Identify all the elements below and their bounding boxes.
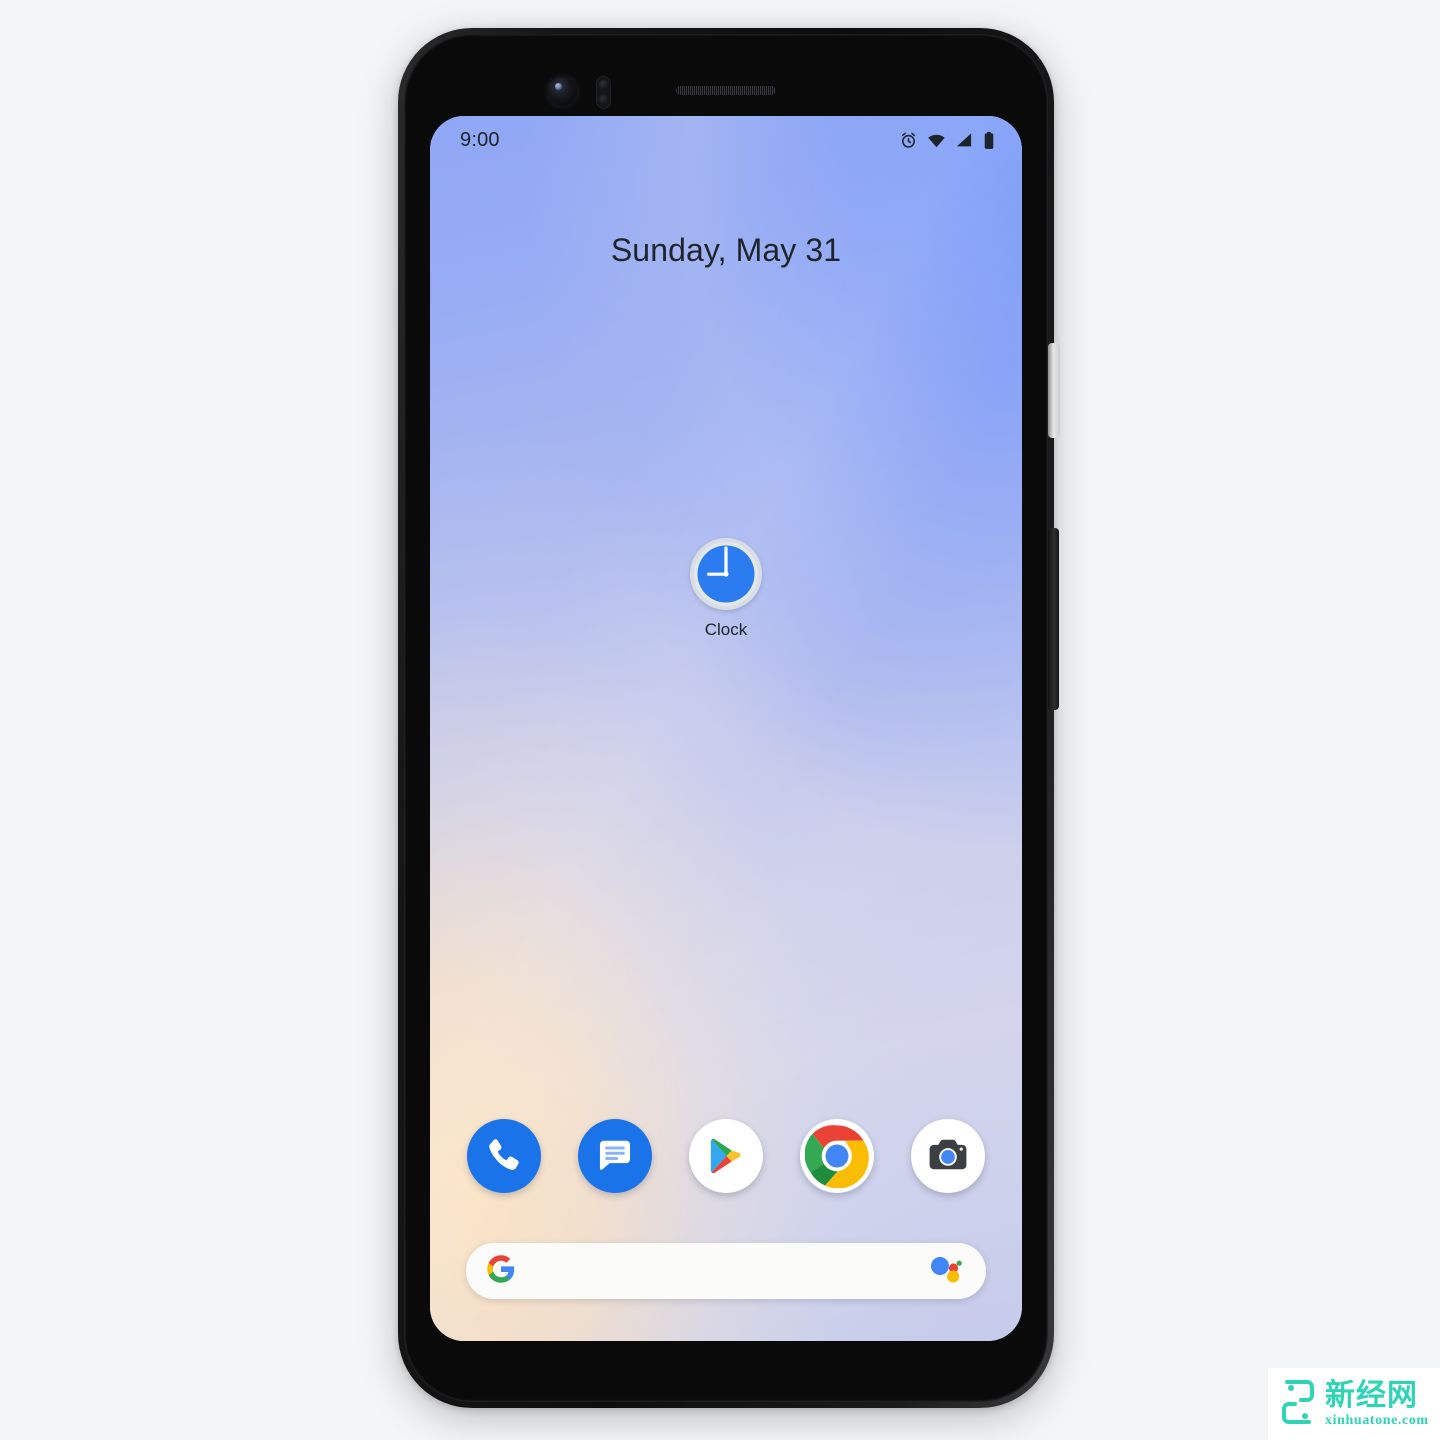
volume-rocker-button[interactable] [1048,528,1059,710]
app-icon-clock[interactable]: Clock [430,538,1022,640]
dock-item-camera[interactable] [911,1119,985,1193]
status-bar-clock: 9:00 [460,128,500,151]
clock-icon [690,538,762,610]
status-bar[interactable]: 9:00 [430,116,1022,164]
status-bar-icons [899,131,996,150]
date-widget[interactable]: Sunday, May 31 [430,232,1022,269]
dock-item-messages[interactable] [578,1119,652,1193]
dock-item-play-store[interactable] [689,1119,763,1193]
google-g-icon [486,1254,516,1289]
power-button[interactable] [1048,343,1060,438]
cellular-signal-icon [955,131,973,149]
wifi-icon [927,131,946,150]
dock [430,1119,1022,1193]
search-input[interactable] [516,1243,930,1299]
camera-icon [925,1133,971,1179]
chrome-icon [805,1124,869,1188]
watermark-title: 新经网 [1325,1377,1418,1413]
battery-icon [982,131,996,150]
google-assistant-icon[interactable] [930,1254,964,1289]
watermark-text: 新经网 xinhuatone.com [1325,1377,1429,1428]
watermark: 新经网 xinhuatone.com [1268,1368,1440,1440]
watermark-logo-icon [1278,1377,1318,1432]
alarm-icon [899,131,918,150]
phone-screen[interactable]: 9:00 Sunday, May 31 Clock [430,116,1022,1341]
dock-item-chrome[interactable] [800,1119,874,1193]
phone-icon [482,1134,526,1178]
date-text: Sunday, May 31 [610,232,842,268]
google-search-bar[interactable] [466,1243,986,1299]
phone-device: 9:00 Sunday, May 31 Clock [398,28,1060,1408]
app-label-clock: Clock [704,620,748,639]
proximity-sensor-icon [596,76,611,109]
dock-item-phone[interactable] [467,1119,541,1193]
messages-icon [594,1135,636,1177]
watermark-url: xinhuatone.com [1325,1412,1429,1428]
screenshot-stage: 9:00 Sunday, May 31 Clock 新经网 xinhuatone… [0,0,1440,1440]
play-store-icon [706,1136,746,1176]
earpiece-speaker-icon [676,86,776,95]
front-camera-icon [548,77,577,106]
